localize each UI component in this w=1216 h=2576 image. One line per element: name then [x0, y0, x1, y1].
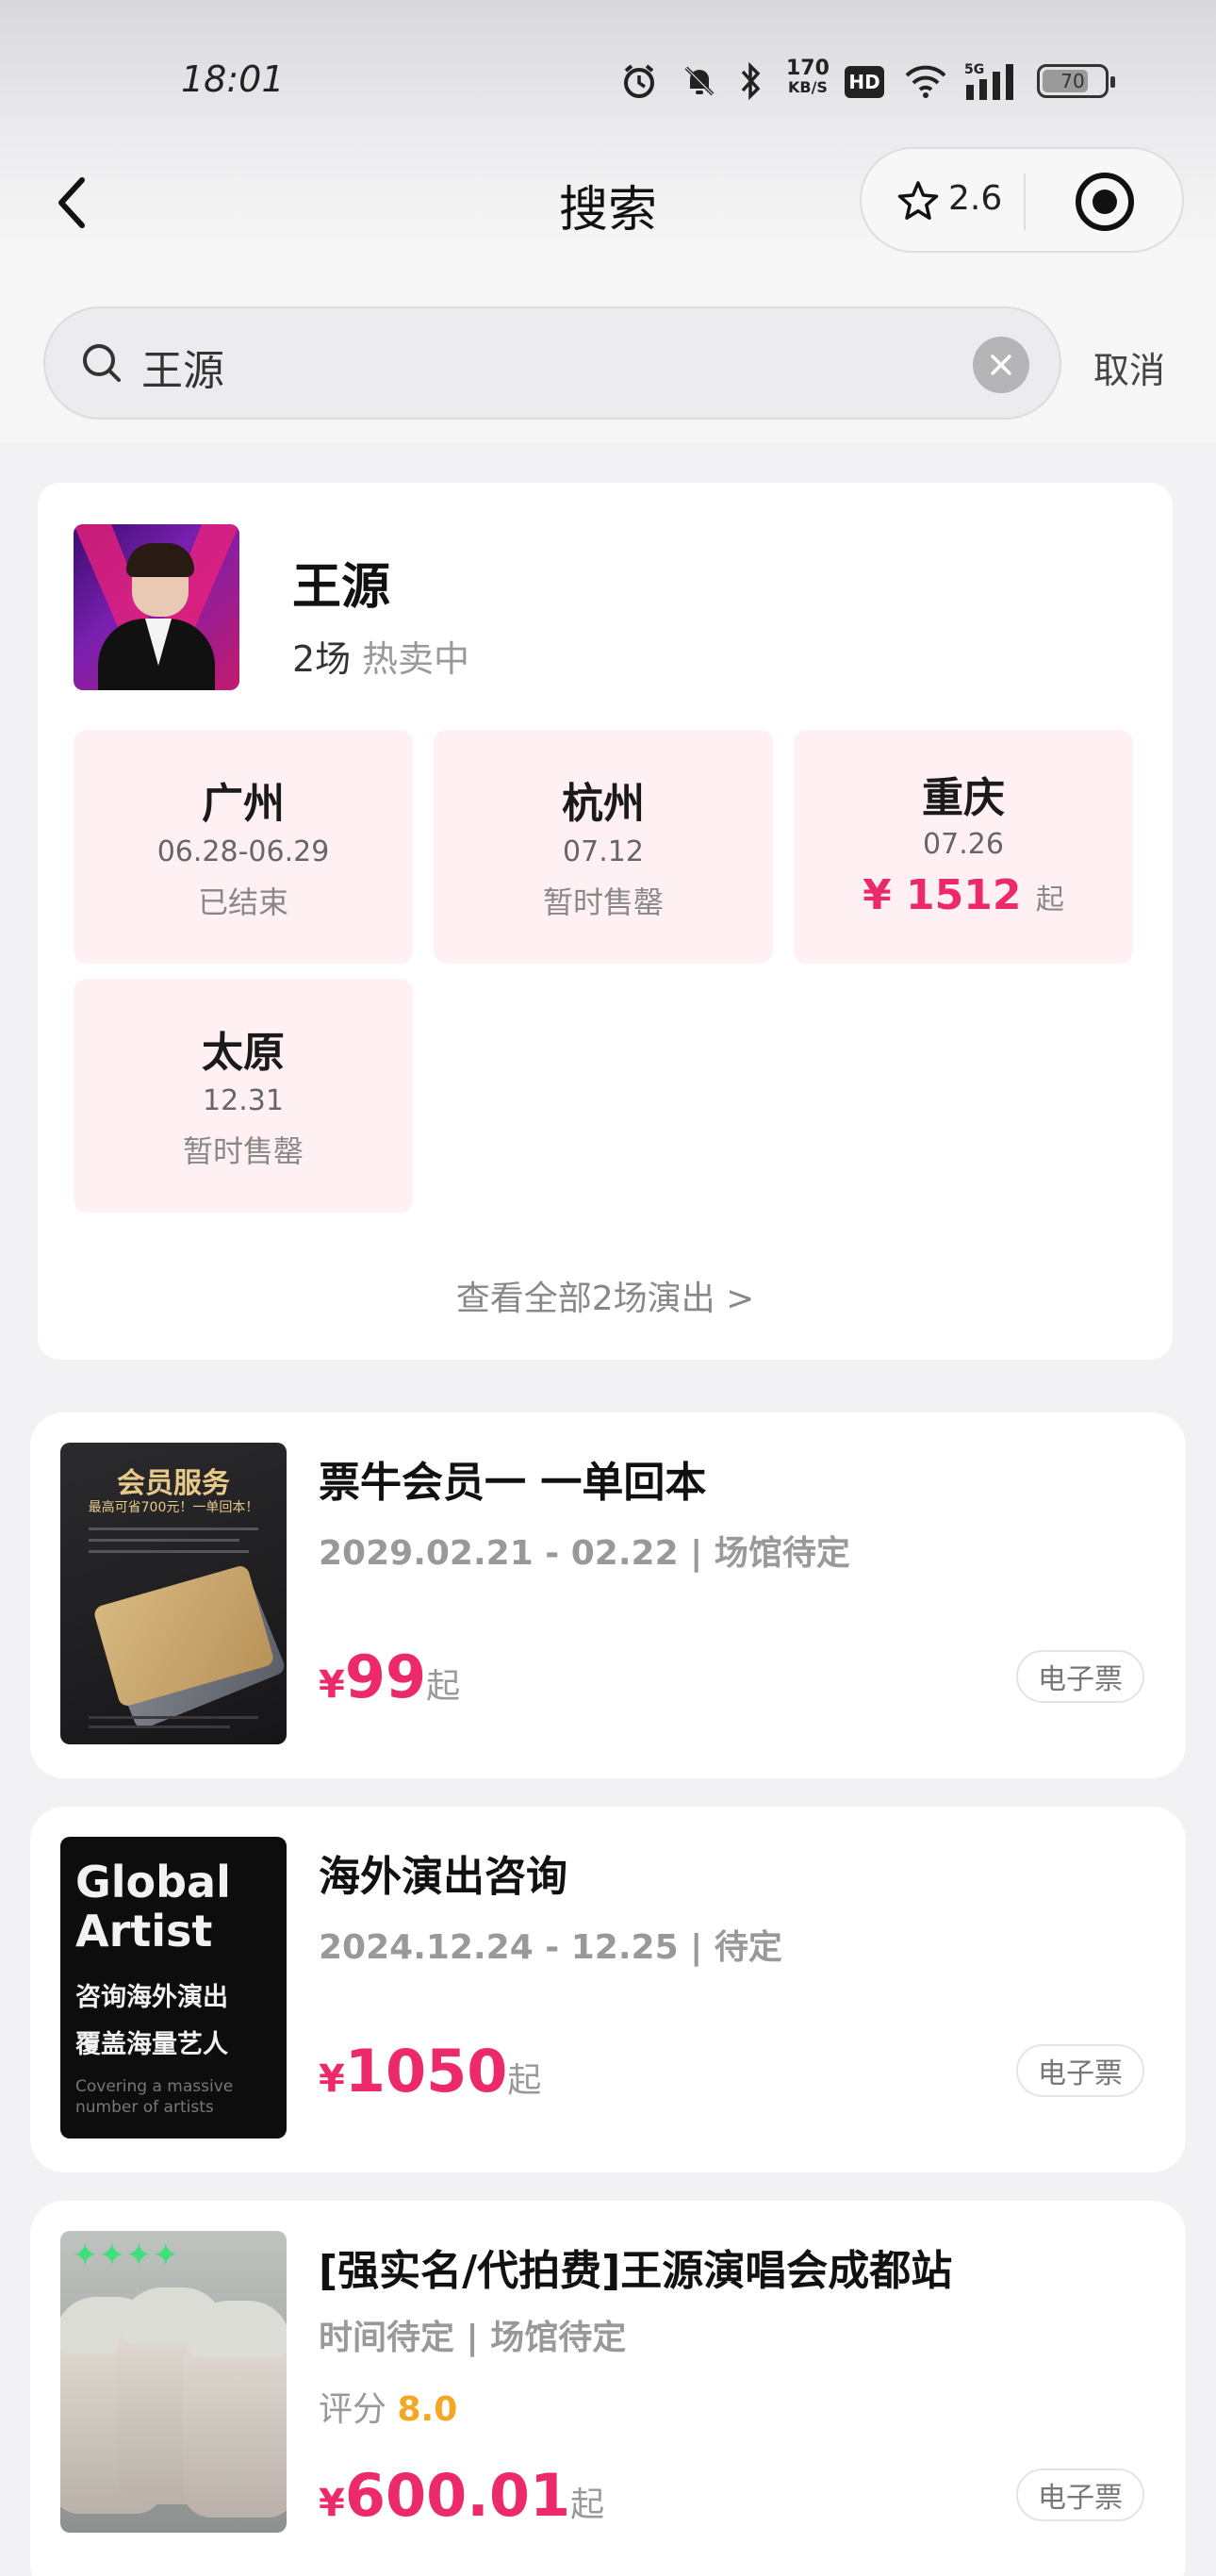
- city-card-taiyuan[interactable]: 太原 12.31 暂时售罄: [74, 979, 413, 1213]
- city-date: 07.26: [923, 828, 1004, 861]
- event-price: ¥1050起: [319, 2037, 541, 2105]
- nav-bar: 搜索 2.6: [0, 141, 1216, 264]
- event-card-membership[interactable]: 会员服务 最高可省700元！一单回本！ 票牛会员一 一单回本 2029.02.2…: [30, 1412, 1186, 1778]
- ticket-type-badge: 电子票: [1016, 2044, 1144, 2097]
- record-icon[interactable]: [1073, 170, 1137, 234]
- city-date: 06.28-06.29: [156, 835, 330, 868]
- city-price: ¥ 1512 起: [794, 871, 1133, 919]
- artist-card[interactable]: 王源 2场 热卖中 广州 06.28-06.29 已结束 杭州 07.12 暂时…: [38, 483, 1173, 1360]
- thumb-text-title: Global Artist: [75, 1857, 231, 1957]
- rating-value: 2.6: [948, 179, 1003, 218]
- status-bar: 18:01 170 KB/S HD 5G 70: [0, 0, 1216, 160]
- clear-search-button[interactable]: [973, 337, 1029, 393]
- event-price: ¥99起: [319, 1643, 460, 1711]
- city-status: 暂时售罄: [542, 884, 664, 920]
- event-date-venue: 2029.02.21 - 02.22 | 场馆待定: [319, 1534, 850, 1573]
- net-speed-value: 170: [786, 57, 830, 80]
- artist-name: 王源: [292, 559, 391, 616]
- thumb-text-english: Covering a massive number of artists: [75, 2077, 234, 2117]
- search-input[interactable]: 王源: [43, 306, 1061, 420]
- artist-sale-status: 热卖中: [362, 638, 470, 680]
- view-all-shows-link[interactable]: 查看全部2场演出 >: [38, 1271, 1173, 1320]
- event-date-venue: 时间待定 | 场馆待定: [319, 2319, 627, 2357]
- score-value: 8.0: [397, 2390, 458, 2429]
- close-icon: [991, 355, 1011, 375]
- thumb-heading: 会员服务: [117, 1467, 230, 1500]
- status-time: 18:01: [181, 58, 285, 100]
- currency-symbol: ¥: [319, 1663, 345, 1707]
- wifi-icon: [901, 60, 950, 102]
- search-value: 王源: [141, 347, 224, 395]
- cancel-button[interactable]: 取消: [1093, 341, 1165, 393]
- net-speed: 170 KB/S: [786, 58, 830, 96]
- ticket-type-badge: 电子票: [1016, 2469, 1144, 2521]
- city-card-guangzhou[interactable]: 广州 06.28-06.29 已结束: [74, 730, 413, 964]
- search-row: 王源 取消: [0, 302, 1216, 424]
- city-price-suffix: 起: [1035, 883, 1064, 916]
- ticket-type-badge: 电子票: [1016, 1650, 1144, 1703]
- net-speed-unit: KB/S: [787, 78, 828, 96]
- search-icon: [83, 344, 121, 382]
- battery-icon: 70: [1037, 64, 1115, 98]
- price-value: 600.01: [344, 2461, 571, 2530]
- city-name: 杭州: [562, 780, 645, 828]
- thumb-graphic-title: ✦✦✦✦: [72, 2237, 179, 2274]
- event-title: 海外演出咨询: [319, 1853, 567, 1901]
- city-date: 12.31: [203, 1084, 284, 1117]
- event-title: 票牛会员一 一单回本: [319, 1459, 707, 1507]
- city-name: 重庆: [922, 774, 1005, 822]
- event-title: [强实名/代拍费]王源演唱会成都站: [319, 2247, 953, 2295]
- mute-icon: [679, 60, 720, 102]
- battery-level: 70: [1060, 70, 1085, 92]
- event-date-venue: 2024.12.24 - 12.25 | 待定: [319, 1928, 782, 1967]
- price-suffix: 起: [507, 2061, 542, 2100]
- score-label: 评分: [319, 2390, 387, 2429]
- network-label: 5G: [964, 62, 984, 77]
- city-price-value: ¥ 1512: [863, 871, 1022, 919]
- city-status: 暂时售罄: [182, 1133, 304, 1169]
- event-card-overseas[interactable]: Global Artist 咨询海外演出 覆盖海量艺人 Covering a m…: [30, 1807, 1186, 2172]
- signal-icon: 5G: [963, 60, 1024, 102]
- event-card-concert-chengdu[interactable]: ✦✦✦✦ [强实名/代拍费]王源演唱会成都站 时间待定 | 场馆待定 评分 8.…: [30, 2201, 1186, 2576]
- thumb-text-chinese: 咨询海外演出 覆盖海量艺人: [75, 1983, 228, 2059]
- capsule-divider: [1024, 173, 1026, 230]
- star-icon[interactable]: [896, 179, 941, 224]
- price-value: 1050: [344, 2037, 508, 2105]
- thumb-subheading: 最高可省700元！一单回本！: [88, 1500, 259, 1515]
- price-suffix: 起: [570, 2485, 605, 2524]
- city-card-chongqing[interactable]: 重庆 07.26 ¥ 1512 起: [794, 730, 1133, 964]
- city-date: 07.12: [563, 835, 644, 868]
- event-thumbnail: Global Artist 咨询海外演出 覆盖海量艺人 Covering a m…: [60, 1837, 287, 2138]
- currency-symbol: ¥: [319, 2482, 345, 2525]
- city-name: 广州: [202, 780, 285, 828]
- bluetooth-icon: [733, 60, 767, 102]
- price-suffix: 起: [426, 1667, 461, 1706]
- city-status: 已结束: [197, 884, 288, 920]
- city-name: 太原: [202, 1029, 285, 1077]
- currency-symbol: ¥: [319, 2057, 345, 2101]
- artist-avatar: [74, 524, 239, 690]
- event-score: 评分 8.0: [319, 2382, 457, 2431]
- price-value: 99: [344, 1643, 427, 1711]
- hd-badge: HD: [845, 66, 884, 98]
- event-thumbnail: ✦✦✦✦: [60, 2231, 287, 2533]
- mini-program-capsule: 2.6: [860, 147, 1184, 253]
- event-price: ¥600.01起: [319, 2461, 604, 2530]
- artist-show-count: 2场: [292, 638, 352, 680]
- city-card-hangzhou[interactable]: 杭州 07.12 暂时售罄: [434, 730, 773, 964]
- top-header-area: 18:01 170 KB/S HD 5G 70 搜索 2.6 王源 取消: [0, 0, 1216, 443]
- alarm-icon: [618, 60, 660, 102]
- event-thumbnail: 会员服务 最高可省700元！一单回本！: [60, 1443, 287, 1744]
